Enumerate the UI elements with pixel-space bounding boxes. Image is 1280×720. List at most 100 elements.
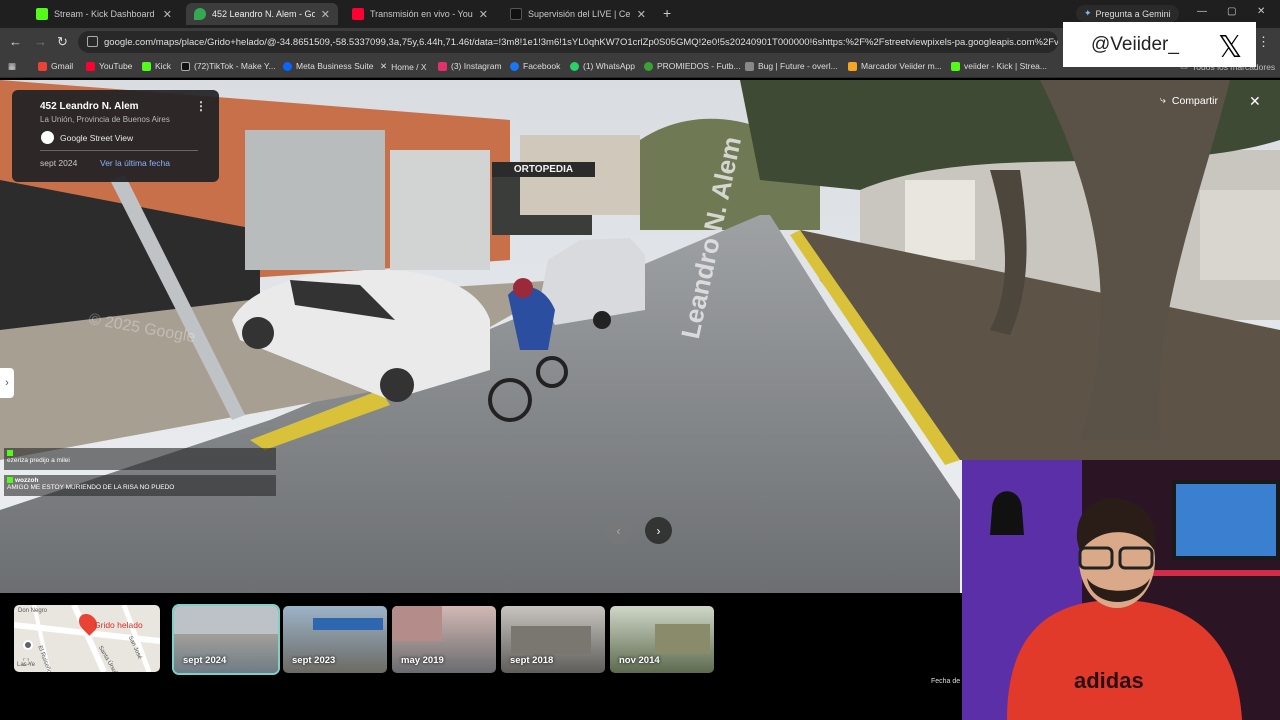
gemini-label: Pregunta a Gemini (1095, 8, 1171, 19)
thumb-image (655, 624, 710, 654)
tab-youtube-live[interactable]: Transmisión en vivo - YouTube ✕ (344, 3, 496, 25)
bookmark-label: Home / X (391, 61, 427, 72)
maps-pin-icon (194, 8, 206, 20)
close-icon[interactable]: ✕ (1249, 93, 1261, 110)
bookmark-youtube[interactable]: YouTube (86, 61, 132, 71)
thumb-image (392, 606, 442, 641)
layers-icon[interactable] (23, 640, 33, 650)
tab-title: Supervisión del LIVE | Centro LI (528, 9, 631, 19)
address-bar[interactable]: google.com/maps/place/Grido+helado/@-34.… (78, 31, 1058, 53)
close-window-icon[interactable]: ✕ (1257, 6, 1265, 17)
bookmark-kick[interactable]: Kick (142, 61, 171, 71)
previous-image-chevron-icon[interactable]: ‹ (605, 517, 632, 544)
place-title: 452 Leandro N. Alem (40, 101, 139, 112)
tab-title: Transmisión en vivo - YouTube (370, 9, 473, 19)
ask-gemini-button[interactable]: ✦ Pregunta a Gemini (1076, 5, 1179, 22)
close-tab-icon[interactable]: ✕ (321, 8, 330, 21)
tab-title: Stream - Kick Dashboard (54, 9, 155, 19)
new-tab-button[interactable]: + (663, 5, 671, 21)
timeline-thumb-sept-2023[interactable]: sept 2023 (283, 606, 387, 673)
bookmark-label: Marcador Veiider m... (861, 61, 942, 71)
timeline-thumb-may-2019[interactable]: may 2019 (392, 606, 496, 673)
date-caption: Fecha de i (931, 678, 964, 685)
kick-icon (951, 61, 960, 71)
bookmark-gmail[interactable]: Gmail (38, 61, 73, 71)
place-subtitle: La Unión, Provincia de Buenos Aires (40, 115, 170, 124)
kick-icon (142, 61, 151, 71)
x-handle: @Veiider_ (1091, 34, 1179, 55)
tab-tiktok-live[interactable]: Supervisión del LIVE | Centro LI ✕ (502, 3, 654, 25)
tab-google-maps[interactable]: 452 Leandro N. Alem - Google ✕ (186, 3, 338, 25)
chat-text: AMIGO ME ESTOY MURIENDO DE LA RISA NO PU… (7, 484, 175, 491)
thumb-date: sept 2023 (292, 655, 336, 666)
kick-icon (7, 477, 13, 484)
site-settings-icon[interactable] (87, 36, 98, 47)
bookmark-label: Meta Business Suite (296, 61, 374, 71)
back-icon[interactable]: ← (9, 34, 22, 49)
x-logo-icon: 𝕏 (1218, 30, 1243, 65)
webcam-scene: adidas (962, 460, 1280, 720)
reload-icon[interactable]: ↻ (57, 34, 68, 50)
share-label: Compartir (1171, 94, 1218, 107)
expand-panel-chevron-icon[interactable]: › (0, 368, 14, 398)
bookmark-marcador[interactable]: Marcador Veiider m... (848, 61, 942, 71)
tab-title: 452 Leandro N. Alem - Google (212, 9, 315, 19)
x-icon: ✕ (380, 61, 388, 71)
chat-username: wozzoh (15, 477, 39, 484)
bookmark-whatsapp[interactable]: (1) WhatsApp (570, 61, 635, 71)
bookmark-label: veiider - Kick | Strea... (964, 61, 1047, 71)
expand-map-icon[interactable]: ⛶ (23, 657, 29, 668)
whatsapp-icon (570, 61, 579, 71)
close-tab-icon[interactable]: ✕ (637, 8, 646, 21)
maximize-icon[interactable]: ▢ (1227, 6, 1236, 17)
tiktok-icon (510, 8, 522, 20)
capture-date: sept 2024 (40, 158, 78, 168)
tab-kick-dashboard[interactable]: Stream - Kick Dashboard ✕ (28, 3, 180, 25)
chat-text: ezeriza predijo a milei (7, 457, 70, 464)
more-options-icon[interactable]: ⋮ (195, 99, 207, 113)
bookmark-instagram[interactable]: (3) Instagram (438, 61, 502, 71)
browser-menu-icon[interactable]: ⋮ (1257, 34, 1270, 50)
thumb-date: sept 2024 (183, 655, 227, 666)
latest-date-link[interactable]: Ver la última fecha (100, 158, 170, 168)
timeline-thumb-sept-2024[interactable]: sept 2024 (172, 604, 280, 675)
gemini-icon: ✦ (1084, 8, 1092, 18)
youtube-icon (86, 61, 95, 71)
bookmark-meta-business[interactable]: Meta Business Suite (283, 61, 373, 71)
bookmark-x-home[interactable]: ✕ Home / X (380, 61, 427, 72)
thumb-date: sept 2018 (510, 655, 554, 666)
bookmark-label: Gmail (51, 61, 74, 71)
promiedos-icon (644, 61, 653, 71)
minimize-icon[interactable]: — (1197, 6, 1207, 17)
bookmark-label: (72)TikTok - Make Y... (194, 61, 276, 71)
facebook-icon (510, 61, 519, 71)
bookmark-label: Facebook (523, 61, 561, 71)
bug-icon (745, 61, 754, 71)
timeline-thumb-nov-2014[interactable]: nov 2014 (610, 606, 714, 673)
bookmark-label: Bug | Future - overl... (758, 61, 838, 71)
bookmark-label: YouTube (99, 61, 133, 71)
close-tab-icon[interactable]: ✕ (163, 8, 172, 21)
share-button[interactable]: ⤷ Compartir (1160, 94, 1218, 107)
meta-icon (283, 61, 292, 71)
share-icon: ⤷ (1160, 94, 1166, 106)
marcador-icon (848, 61, 857, 71)
tiktok-icon (181, 61, 190, 71)
mini-map[interactable]: Grido helado Don Negro El Ruiseñor Santa… (14, 605, 160, 672)
forward-icon[interactable]: → (34, 34, 47, 49)
chat-message: ezeriza predijo a milei (4, 448, 276, 470)
close-tab-icon[interactable]: ✕ (479, 8, 488, 21)
bookmark-facebook[interactable]: Facebook (510, 61, 560, 71)
bookmark-promiedos[interactable]: PROMIEDOS - Futb... (644, 61, 741, 71)
svg-text:adidas: adidas (1074, 668, 1144, 693)
thumb-image (511, 626, 591, 654)
bookmark-bug-future[interactable]: Bug | Future - overl... (745, 61, 838, 71)
bookmark-tiktok[interactable]: (72)TikTok - Make Y... (181, 61, 276, 71)
timeline-thumb-sept-2018[interactable]: sept 2018 (501, 606, 605, 673)
next-image-chevron-icon[interactable]: › (645, 517, 672, 544)
bookmark-label: PROMIEDOS - Futb... (657, 61, 741, 71)
x-handle-badge: @Veiider_ 𝕏 (1063, 22, 1256, 67)
url-text: google.com/maps/place/Grido+helado/@-34.… (104, 36, 1058, 48)
apps-grid-icon[interactable]: ▦ (8, 61, 16, 72)
bookmark-veiider-kick[interactable]: veiider - Kick | Strea... (951, 61, 1047, 71)
